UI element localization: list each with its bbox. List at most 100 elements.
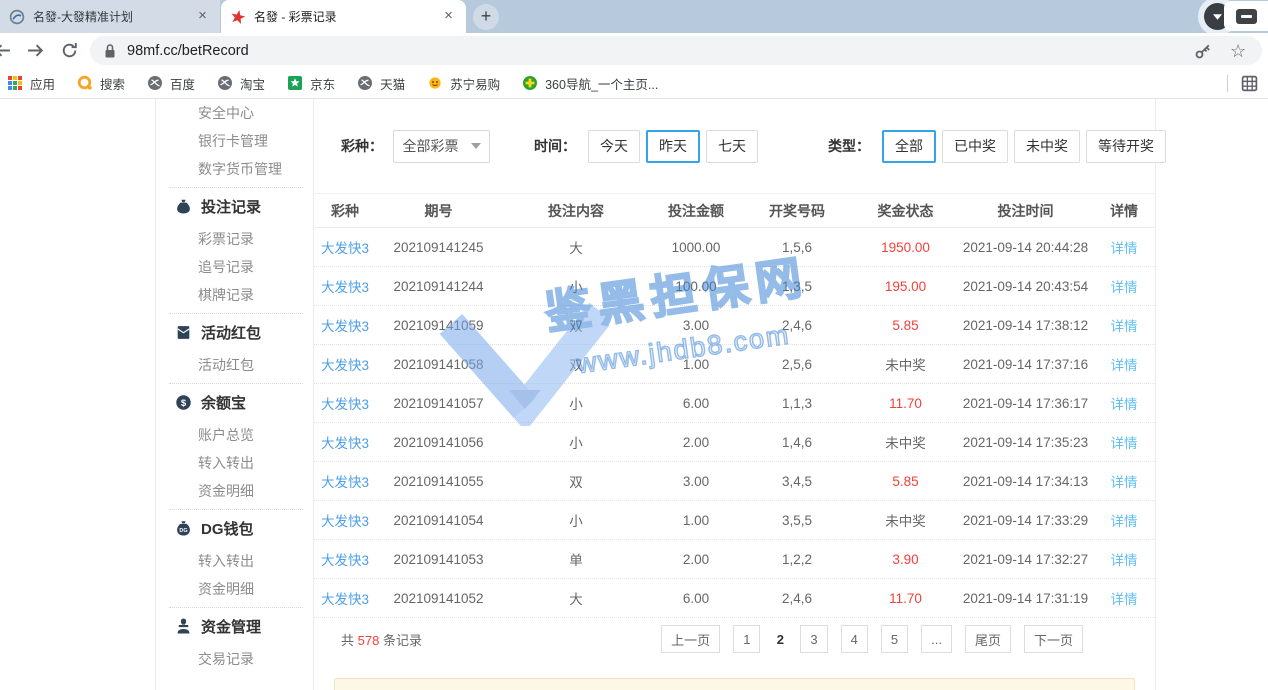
sidebar-section-funds-manage[interactable]: 资金管理 [156,612,313,640]
tab-title: 名發 - 彩票记录 [254,8,440,25]
filter-button[interactable]: 昨天 [646,130,700,163]
bookmarks-right [1227,75,1258,92]
pagination-button[interactable]: 下一页 [1024,625,1083,653]
lottery-link[interactable]: 大发快3 [314,315,376,335]
lottery-link[interactable]: 大发快3 [314,276,376,296]
sidebar-section-yuebao[interactable]: $余额宝 [156,388,313,416]
bookmark-item[interactable]: 淘宝 [217,74,265,93]
lottery-link[interactable]: 大发快3 [314,432,376,452]
bookmark-item[interactable]: 搜索 [77,74,125,93]
type-filter-label: 类型： [828,136,870,156]
bet-time: 2021-09-14 17:33:29 [958,513,1093,528]
filter-button[interactable]: 七天 [706,130,758,163]
bookmark-label: 应用 [30,74,55,93]
sidebar-item[interactable]: 棋牌记录 [156,281,313,309]
lottery-link[interactable]: 大发快3 [314,471,376,491]
close-icon[interactable]: × [440,8,457,25]
pagination-button[interactable]: 尾页 [965,625,1011,653]
sidebar-item[interactable]: 追号记录 [156,253,313,281]
svg-text:DG: DG [179,528,187,534]
address-bar[interactable]: 98mf.cc/betRecord ☆ [90,36,1262,65]
pagination-button[interactable]: ... [921,625,952,653]
detail-link[interactable]: 详情 [1093,471,1155,491]
tab-bet-record[interactable]: 名發 - 彩票记录 × [221,0,466,33]
bookmark-star-icon[interactable]: ☆ [1230,42,1248,60]
lottery-link[interactable]: 大发快3 [314,393,376,413]
bet-amount: 2.00 [651,552,741,567]
sidebar-section-bet-records[interactable]: 投注记录 [156,192,313,220]
filter-button[interactable]: 等待开奖 [1086,130,1166,163]
bet-amount: 1.00 [651,513,741,528]
detail-link[interactable]: 详情 [1093,393,1155,413]
sidebar-item[interactable]: 安全中心 [156,99,313,127]
pagination-button[interactable]: 4 [841,625,868,653]
sidebar-item[interactable]: 活动红包 [156,351,313,379]
sidebar-item[interactable]: 数字货币管理 [156,155,313,183]
lottery-link[interactable]: 大发快3 [314,510,376,530]
prize-status: 5.85 [853,318,958,333]
tab-plan[interactable]: 名發-大發精准计划 × [0,0,220,33]
detail-link[interactable]: 详情 [1093,549,1155,569]
bookmark-item[interactable]: 应用 [7,74,55,93]
sidebar-item[interactable]: 彩票记录 [156,225,313,253]
chevron-down-icon [471,143,481,149]
bet-content: 双 [501,471,651,491]
table-row: 大发快3202109141055双3.003,4,55.852021-09-14… [314,462,1155,501]
issue-number: 202109141052 [376,591,501,606]
bookmarks-bar: 应用 搜索 百度 淘宝 京东 天猫 苏宁易购 360导航_一个主页... [0,68,1268,99]
sidebar-item[interactable]: 资金明细 [156,575,313,603]
pagination-button[interactable]: 3 [800,625,827,653]
prize-status: 未中奖 [853,354,958,374]
pagination-button[interactable]: 5 [881,625,908,653]
bookmark-item[interactable]: 360导航_一个主页... [522,74,658,93]
draw-numbers: 1,3,5 [741,279,853,294]
pagination-current-page: 2 [773,625,787,653]
filter-button[interactable]: 全部 [882,130,936,163]
bookmark-item[interactable]: 京东 [287,74,335,93]
sidebar-item[interactable]: 交易记录 [156,645,313,673]
detail-link[interactable]: 详情 [1093,276,1155,296]
pagination-button[interactable]: 1 [733,625,760,653]
draw-numbers: 1,2,2 [741,552,853,567]
back-icon[interactable] [0,41,12,60]
bookmark-item[interactable]: 天猫 [357,74,405,93]
sidebar-item[interactable]: 资金明细 [156,477,313,505]
bet-time: 2021-09-14 17:31:19 [958,591,1093,606]
dollar-coin-icon: $ [175,394,192,411]
bookmark-item[interactable]: 苏宁易购 [427,74,500,93]
reload-icon[interactable] [60,41,79,60]
table-row: 大发快3202109141056小2.001,4,6未中奖2021-09-14 … [314,423,1155,462]
detail-link[interactable]: 详情 [1093,510,1155,530]
detail-link[interactable]: 详情 [1093,588,1155,608]
bookmark-item[interactable]: 百度 [147,74,195,93]
lottery-link[interactable]: 大发快3 [314,354,376,374]
forward-icon[interactable] [26,41,45,60]
detail-link[interactable]: 详情 [1093,354,1155,374]
detail-link[interactable]: 详情 [1093,315,1155,335]
detail-link[interactable]: 详情 [1093,432,1155,452]
sidebar-section-dg-wallet[interactable]: DGDG钱包 [156,514,313,542]
minimize-window-button[interactable] [1224,1,1268,31]
new-tab-button[interactable]: + [473,4,499,30]
lottery-link[interactable]: 大发快3 [314,588,376,608]
prize-status: 未中奖 [853,510,958,530]
bookmark-apps-grid-icon[interactable] [1241,75,1258,92]
lottery-select[interactable]: 全部彩票 [393,130,490,163]
sidebar-item[interactable]: 转入转出 [156,449,313,477]
lottery-link[interactable]: 大发快3 [314,237,376,257]
svg-text:$: $ [181,398,187,409]
key-icon[interactable] [1194,42,1212,60]
filter-button[interactable]: 未中奖 [1014,130,1080,163]
sidebar-item[interactable]: 银行卡管理 [156,127,313,155]
close-icon[interactable]: × [194,8,211,25]
sidebar-item[interactable]: 转入转出 [156,547,313,575]
filter-button[interactable]: 已中奖 [942,130,1008,163]
filter-button[interactable]: 今天 [588,130,640,163]
lottery-link[interactable]: 大发快3 [314,549,376,569]
url-text[interactable]: 98mf.cc/betRecord [127,43,249,59]
sidebar-section-activity-redpacket[interactable]: 活动红包 [156,318,313,346]
pagination-button[interactable]: 上一页 [661,625,720,653]
issue-number: 202109141054 [376,513,501,528]
detail-link[interactable]: 详情 [1093,237,1155,257]
sidebar-item[interactable]: 账户总览 [156,421,313,449]
